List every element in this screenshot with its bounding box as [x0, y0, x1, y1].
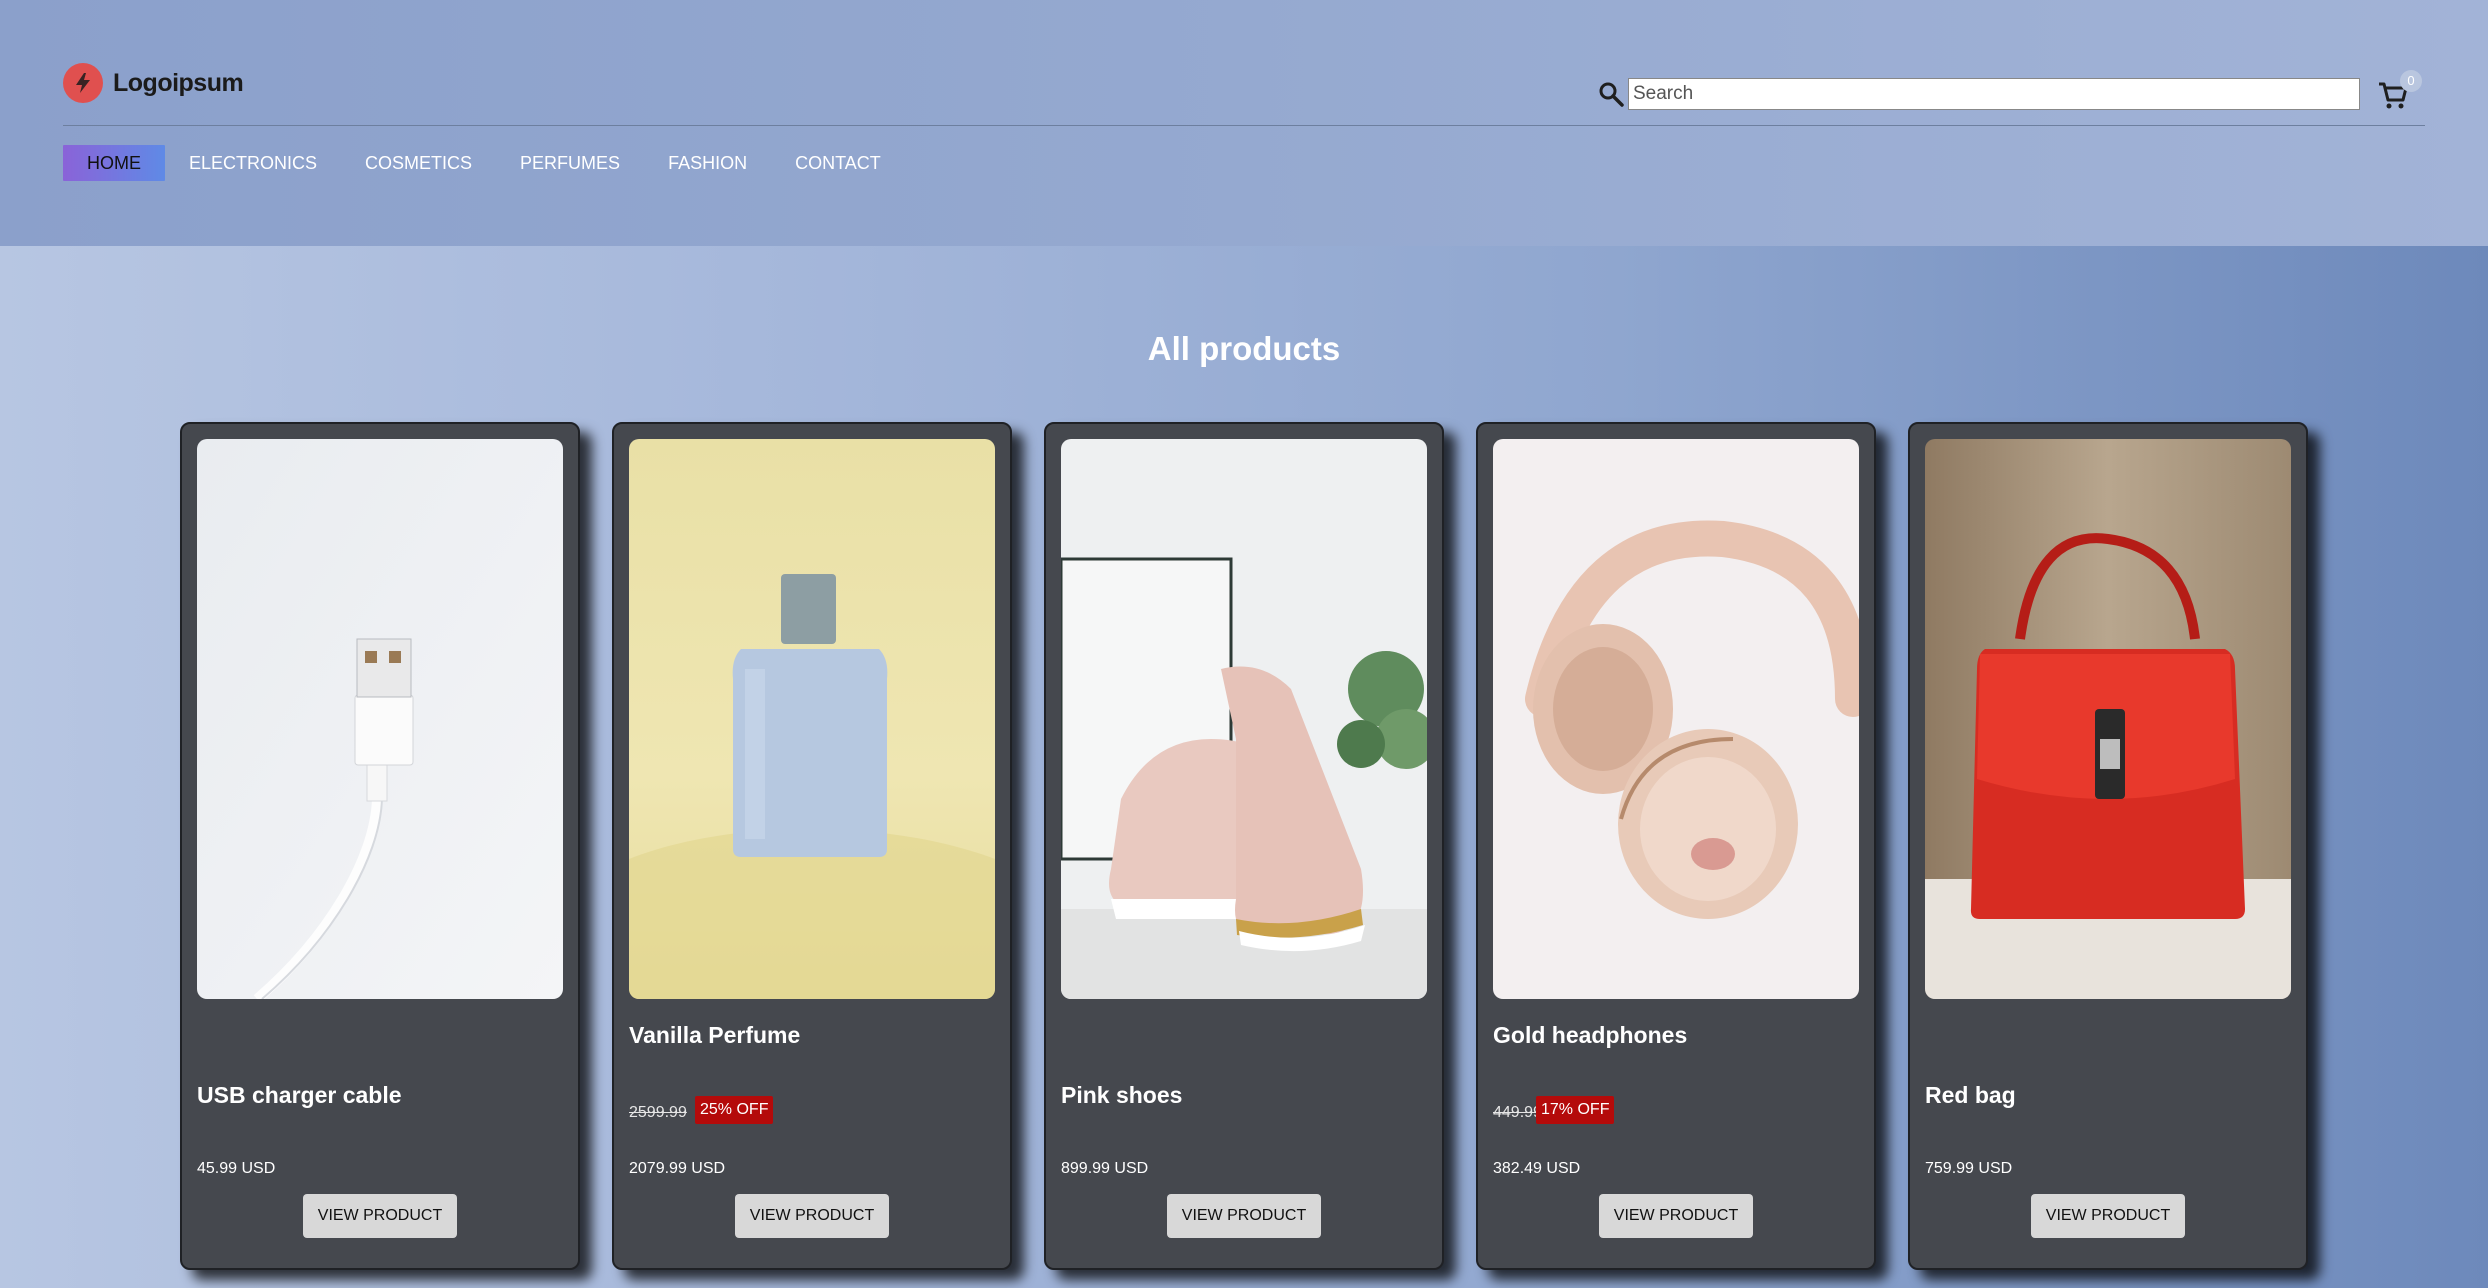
product-card: Red bag 759.99 USD VIEW PRODUCT [1908, 422, 2308, 1270]
search-input[interactable] [1628, 78, 2360, 110]
product-image[interactable] [1925, 439, 2291, 999]
product-card: USB charger cable 45.99 USD VIEW PRODUCT [180, 422, 580, 1270]
product-name: Gold headphones [1493, 1022, 1688, 1048]
nav-item-contact[interactable]: CONTACT [771, 145, 905, 181]
product-price: 759.99 USD [1925, 1160, 2013, 1177]
discount-badge: 25% OFF [695, 1096, 774, 1124]
search-icon[interactable] [1596, 79, 1626, 109]
view-product-button[interactable]: VIEW PRODUCT [735, 1194, 889, 1238]
product-name: Red bag [1925, 1082, 2016, 1108]
product-price: 382.49 USD [1493, 1160, 1581, 1177]
nav-item-perfumes[interactable]: PERFUMES [496, 145, 644, 181]
main-nav: HOME ELECTRONICS COSMETICS PERFUMES FASH… [63, 145, 905, 181]
logo[interactable]: Logoipsum [63, 63, 244, 103]
original-price: 449.99 [1493, 1104, 1542, 1121]
product-image[interactable] [629, 439, 995, 999]
nav-item-electronics[interactable]: ELECTRONICS [165, 145, 341, 181]
product-name: Pink shoes [1061, 1082, 1183, 1108]
original-price: 2599.99 [629, 1104, 687, 1121]
nav-item-cosmetics[interactable]: COSMETICS [341, 145, 496, 181]
site-header: Logoipsum 0 HOME ELECTRONICS COSMETICS P… [0, 0, 2488, 246]
product-card: Gold headphones 449.99 17% OFF 382.49 US… [1476, 422, 1876, 1270]
discount-badge: 17% OFF [1536, 1096, 1615, 1124]
search-bar [1596, 78, 2360, 110]
product-name: USB charger cable [197, 1082, 402, 1108]
logo-text: Logoipsum [113, 68, 244, 97]
product-price: 2079.99 USD [629, 1160, 726, 1177]
product-card: Vanilla Perfume 2599.99 25% OFF 2079.99 … [612, 422, 1012, 1270]
product-price: 45.99 USD [197, 1160, 276, 1177]
product-image[interactable] [197, 439, 563, 999]
view-product-button[interactable]: VIEW PRODUCT [2031, 1194, 2185, 1238]
product-card: Pink shoes 899.99 USD VIEW PRODUCT [1044, 422, 1444, 1270]
page-title: All products [1147, 330, 1341, 367]
view-product-button[interactable]: VIEW PRODUCT [1167, 1194, 1321, 1238]
view-product-button[interactable]: VIEW PRODUCT [1599, 1194, 1753, 1238]
product-image[interactable] [1493, 439, 1859, 999]
product-image[interactable] [1061, 439, 1427, 999]
lightning-logo-icon [63, 63, 103, 103]
nav-item-fashion[interactable]: FASHION [644, 145, 771, 181]
view-product-button[interactable]: VIEW PRODUCT [303, 1194, 457, 1238]
nav-item-home[interactable]: HOME [63, 145, 165, 181]
product-name: Vanilla Perfume [629, 1022, 801, 1048]
cart-count-badge: 0 [2400, 70, 2422, 92]
header-divider [63, 125, 2425, 126]
product-price: 899.99 USD [1061, 1160, 1149, 1177]
